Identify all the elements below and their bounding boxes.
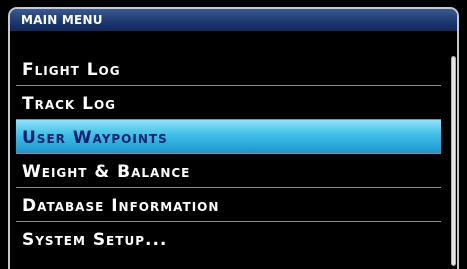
scrollbar-thumb[interactable] bbox=[452, 57, 455, 265]
menu-item-weight-balance[interactable]: Weight & Balance bbox=[16, 154, 441, 188]
menu-item-user-waypoints[interactable]: User Waypoints bbox=[16, 120, 441, 154]
menu-item-flight-log[interactable]: Flight Log bbox=[16, 52, 441, 86]
title-bar: MAIN MENU bbox=[10, 9, 457, 31]
menu-item-track-log[interactable]: Track Log bbox=[16, 86, 441, 120]
main-menu-window: MAIN MENU Flight Log Track Log User Wayp… bbox=[8, 7, 459, 269]
menu-item-database-information[interactable]: Database Information bbox=[16, 188, 441, 222]
menu-item-label: Weight & Balance bbox=[22, 162, 191, 182]
scrollbar[interactable] bbox=[451, 56, 456, 266]
menu-item-label: Database Information bbox=[22, 196, 220, 216]
menu-item-label: Track Log bbox=[22, 94, 117, 114]
menu-item-label: Flight Log bbox=[22, 60, 121, 80]
menu-list: Flight Log Track Log User Waypoints Weig… bbox=[16, 52, 441, 256]
menu-item-label: User Waypoints bbox=[22, 128, 168, 148]
menu-item-label: System Setup... bbox=[22, 230, 168, 250]
menu-item-system-setup[interactable]: System Setup... bbox=[16, 222, 441, 256]
menu-title: MAIN MENU bbox=[21, 13, 103, 27]
